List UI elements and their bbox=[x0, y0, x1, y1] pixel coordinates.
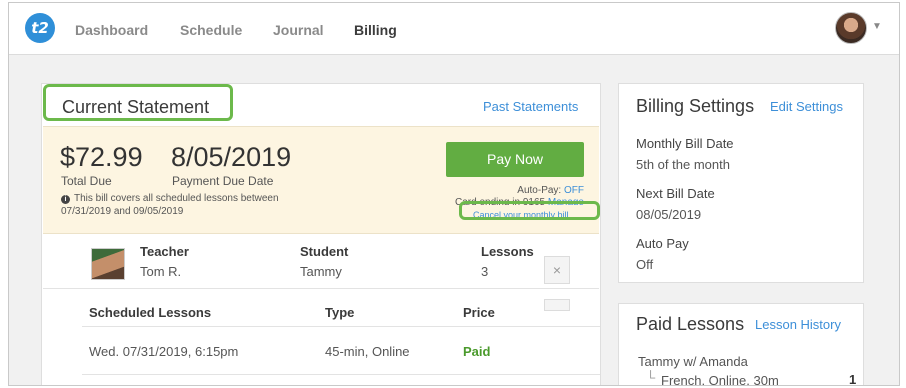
paid-lesson-sub-entry: French, Online, 30m bbox=[661, 373, 779, 386]
paid-lessons-title: Paid Lessons bbox=[636, 314, 745, 334]
auto-pay-value: Off bbox=[636, 257, 654, 272]
tree-branch-icon: └ bbox=[646, 370, 656, 385]
nav-billing[interactable]: Billing bbox=[354, 22, 397, 38]
student-header: Student bbox=[300, 244, 349, 259]
pay-now-button[interactable]: Pay Now bbox=[446, 142, 584, 177]
divider bbox=[43, 288, 599, 289]
coverage-line-2: 07/31/2019 and 09/05/2019 bbox=[61, 206, 184, 217]
past-statements-link[interactable]: Past Statements bbox=[483, 99, 578, 114]
user-avatar[interactable] bbox=[835, 12, 867, 44]
divider bbox=[82, 374, 600, 375]
lesson-history-link[interactable]: Lesson History bbox=[755, 317, 841, 332]
next-bill-date-value: 08/05/2019 bbox=[636, 207, 702, 222]
info-icon: i bbox=[61, 195, 70, 204]
coverage-line-1: This bill covers all scheduled lessons b… bbox=[74, 193, 279, 204]
teacher-photo bbox=[91, 248, 125, 280]
paid-lessons-card: Paid Lessons Lesson History Tammy w/ Ama… bbox=[618, 303, 864, 386]
nav-schedule[interactable]: Schedule bbox=[180, 22, 242, 38]
student-name: Tammy bbox=[300, 264, 342, 279]
teacher-name: Tom R. bbox=[140, 264, 182, 279]
billing-settings-card: Billing Settings Edit Settings Monthly B… bbox=[618, 83, 864, 283]
top-nav-bar: t2 Dashboard Schedule Journal Billing ▼ bbox=[9, 3, 899, 55]
chevron-down-icon[interactable]: ▼ bbox=[872, 21, 882, 32]
highlight-current-statement bbox=[43, 84, 233, 121]
lesson-date: Wed. 07/31/2019, 6:15pm bbox=[89, 344, 239, 359]
app-logo-icon[interactable]: t2 bbox=[25, 13, 55, 43]
lesson-price-status: Paid bbox=[463, 344, 491, 359]
payment-due-date: 8/05/2019 bbox=[171, 142, 292, 172]
monthly-bill-date-value: 5th of the month bbox=[636, 157, 730, 172]
teacher-header: Teacher bbox=[140, 244, 189, 259]
nav-journal[interactable]: Journal bbox=[273, 22, 324, 38]
autopay-value: OFF bbox=[564, 185, 584, 196]
auto-pay-label: Auto Pay bbox=[636, 236, 689, 251]
divider bbox=[82, 326, 600, 327]
total-due-amount: $72.99 bbox=[60, 142, 143, 172]
remove-lesson-button[interactable]: × bbox=[544, 256, 570, 284]
edit-settings-link[interactable]: Edit Settings bbox=[770, 99, 843, 114]
lessons-header: Lessons bbox=[481, 244, 534, 259]
price-header: Price bbox=[463, 305, 495, 320]
coverage-note: i This bill covers all scheduled lessons … bbox=[61, 192, 321, 218]
payment-due-date-label: Payment Due Date bbox=[172, 174, 274, 188]
lessons-count: 3 bbox=[481, 264, 489, 279]
autopay-label: Auto-Pay: bbox=[517, 185, 562, 196]
type-header: Type bbox=[325, 305, 355, 320]
lesson-type: 45-min, Online bbox=[325, 344, 410, 359]
paid-lesson-count: 1 bbox=[849, 372, 857, 386]
nav-dashboard[interactable]: Dashboard bbox=[75, 22, 148, 38]
billing-settings-title: Billing Settings bbox=[636, 96, 755, 116]
paid-lesson-entry: Tammy w/ Amanda bbox=[638, 354, 748, 369]
app-window: t2 Dashboard Schedule Journal Billing ▼ … bbox=[8, 2, 900, 386]
total-due-label: Total Due bbox=[61, 174, 112, 188]
current-statement-card: Current Statement Past Statements $72.99… bbox=[41, 83, 601, 385]
monthly-bill-date-label: Monthly Bill Date bbox=[636, 136, 734, 151]
remove-lesson-button[interactable] bbox=[544, 299, 570, 311]
next-bill-date-label: Next Bill Date bbox=[636, 186, 715, 201]
scheduled-lessons-header: Scheduled Lessons bbox=[89, 305, 212, 320]
highlight-cancel-link bbox=[459, 201, 600, 220]
